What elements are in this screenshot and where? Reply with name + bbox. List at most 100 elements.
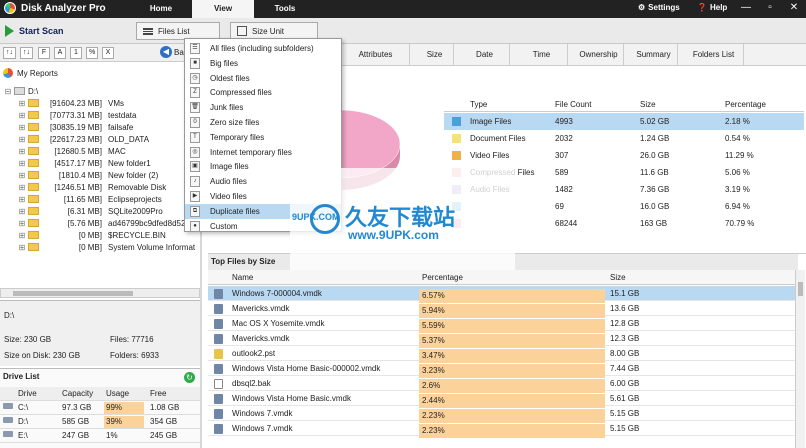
expand-icon[interactable]: ⊞ [18,183,26,192]
expand-icon[interactable]: ⊞ [18,147,26,156]
tree-folder-node[interactable]: ⊞ [4517.17 MB] New folder1 [18,157,151,169]
expand-icon[interactable]: ⊞ [18,135,26,144]
tree-folder-node[interactable]: ⊞ [70773.31 MB] testdata [18,109,137,121]
back-button[interactable]: ◀ Ba [160,46,184,58]
expand-icon[interactable]: ⊞ [18,111,26,120]
menu-item-compressed-files[interactable]: Z Compressed files [185,85,341,100]
tree-folder-node[interactable]: ⊞ [1810.4 MB] New folder (2) [18,169,159,181]
settings-button[interactable]: ⚙ Settings [638,3,680,12]
top-file-row[interactable]: Windows Vista Home Basic-000002.vmdk 3.23… [208,361,798,378]
tab-home[interactable]: Home [140,0,182,18]
top-files-scrollbar[interactable] [795,270,805,448]
tab-view[interactable]: View [192,0,254,18]
expand-icon[interactable]: ⊞ [18,171,26,180]
col-header[interactable]: Attributes [342,44,410,66]
expand-icon[interactable]: ⊞ [18,231,26,240]
top-file-row[interactable]: Mac OS X Yosemite.vmdk 5.59% 12.8 GB [208,316,798,333]
col-name[interactable]: Name [232,273,253,282]
bak-file-icon [214,379,223,389]
tree-folder-node[interactable]: ⊞ [0 MB] System Volume Informat [18,241,196,253]
sort-x-button[interactable]: X [102,47,114,59]
collapse-icon[interactable]: ⊟ [4,87,12,96]
menu-item-zero-size-files[interactable]: 0 Zero size files [185,115,341,130]
col-header[interactable]: Date [460,44,510,66]
tree-folder-node[interactable]: ⊞ [22617.23 MB] OLD_DATA [18,133,149,145]
top-files-panel: Top Files by Size Name Percentage Size W… [208,253,806,448]
scroll-thumb[interactable] [13,291,133,296]
tree-folder-node[interactable]: ⊞ [91604.23 MB] VMs [18,97,124,109]
folder-tree: ⊟ D:\ ⊞ [91604.23 MB] VMs ⊞ [70773.31 MB] tes… [4,85,200,285]
tree-folder-node[interactable]: ⊞ [6.31 MB] SQLite2009Pro [18,205,163,217]
col-header[interactable]: Time [516,44,568,66]
expand-icon[interactable]: ⊞ [18,195,26,204]
minimize-button[interactable]: — [740,2,752,14]
expand-icon[interactable]: ⊞ [18,99,26,108]
maximize-button[interactable]: ▫ [764,2,776,14]
col-capacity: Capacity [62,389,94,398]
tree-folder-node[interactable]: ⊞ [5.76 MB] ad46799bc9dfed8d525 [18,217,190,229]
top-file-row[interactable]: dbsql2.bak 2.6% 6.00 GB [208,376,798,393]
menu-item-junk-files[interactable]: 🗑 Junk files [185,100,341,115]
sort-asc-icon[interactable]: ↑↓ [3,47,16,59]
col-header[interactable]: Size [416,44,454,66]
top-file-row[interactable]: Windows Vista Home Basic.vmdk 2.44% 5.61 G… [208,391,798,408]
col-pct[interactable]: Percentage [422,273,463,282]
tree-folder-node[interactable]: ⊞ [12680.5 MB] MAC [18,145,126,157]
tree-folder-node[interactable]: ⊞ [11.65 MB] Eclipseprojects [18,193,162,205]
col-header[interactable]: Summary [630,44,678,66]
top-file-row[interactable]: Windows 7.vmdk 2.23% 5.15 GB [208,406,798,423]
menu-item-label: Internet temporary files [210,147,292,157]
my-reports-node[interactable]: My Reports [3,68,58,78]
type-count: 68244 [555,219,578,228]
menu-item-big-files[interactable]: ■ Big files [185,56,341,71]
sort-pct-button[interactable]: % [86,47,99,59]
menu-item-internet-temporary-files[interactable]: ◎ Internet temporary files [185,145,341,160]
vmdk-file-icon [214,304,223,314]
file-type-row[interactable]: Image Files 4993 5.02 GB 2.18 % [444,113,804,130]
sort-f-button[interactable]: F [38,47,50,59]
top-file-row[interactable]: Mavericks.vmdk 5.37% 12.3 GB [208,331,798,348]
expand-icon[interactable]: ⊞ [18,159,26,168]
expand-icon[interactable]: ⊞ [18,243,26,252]
settings-label: Settings [648,3,680,12]
menu-item-oldest-files[interactable]: ◷ Oldest files [185,71,341,86]
drive-size: Size: 230 GB [4,335,52,344]
tree-horizontal-scrollbar[interactable] [0,288,200,298]
tree-folder-node[interactable]: ⊞ [30835.19 MB] failsafe [18,121,134,133]
sort-1-button[interactable]: 1 [70,47,82,59]
menu-item-temporary-files[interactable]: T Temporary files [185,130,341,145]
col-usage: Usage [106,389,130,398]
col-file-size[interactable]: Size [610,273,626,282]
menu-item-all-files-including-subfolders[interactable]: ☰ All files (including subfolders) [185,41,341,56]
drive-list-title: Drive List [3,372,40,381]
sort-desc-icon[interactable]: ↑↓ [20,47,33,59]
expand-icon[interactable]: ⊞ [18,123,26,132]
col-header[interactable]: Folders List [684,44,744,66]
top-file-row[interactable]: Windows 7-000004.vmdk 6.57% 15.1 GB [208,286,798,303]
refresh-icon[interactable]: ↻ [184,372,195,383]
tree-folder-node[interactable]: ⊞ [0 MB] $RECYCLE.BIN [18,229,166,241]
file-type-row[interactable]: Video Files 307 26.0 GB 11.29 % [444,147,804,164]
drive-capacity: 585 GB [62,417,90,426]
drive-row[interactable]: E:\ 247 GB 1% 245 GB [0,429,200,443]
drive-row[interactable]: D:\ 585 GB 39% 354 GB [0,415,200,429]
tree-folder-node[interactable]: ⊞ [1246.51 MB] Removable Disk [18,181,167,193]
expand-icon[interactable]: ⊞ [18,207,26,216]
file-size: 5.15 GB [610,409,640,418]
type-pct: 6.94 % [725,202,750,211]
tree-drive-node[interactable]: ⊟ D:\ [4,85,39,97]
col-header[interactable]: Ownership [574,44,624,66]
drive-row[interactable]: C:\ 97.3 GB 99% 1.08 GB [0,401,200,415]
sort-a-button[interactable]: A [54,47,66,59]
top-file-row[interactable]: Windows 7.vmdk 2.23% 5.15 GB [208,421,798,438]
start-scan-button[interactable]: Start Scan [5,22,125,40]
drive-list-header: Drive Capacity Usage Free [0,387,200,401]
help-button[interactable]: ❓ Help [697,3,727,12]
close-button[interactable]: ✕ [788,2,800,14]
file-type-row[interactable]: Document Files 2032 1.24 GB 0.54 % [444,130,804,147]
top-file-row[interactable]: outlook2.pst 3.47% 8.00 GB [208,346,798,363]
tab-tools[interactable]: Tools [264,0,306,18]
scroll-thumb[interactable] [798,282,803,296]
top-file-row[interactable]: Mavericks.vmdk 5.94% 13.6 GB [208,301,798,318]
expand-icon[interactable]: ⊞ [18,219,26,228]
